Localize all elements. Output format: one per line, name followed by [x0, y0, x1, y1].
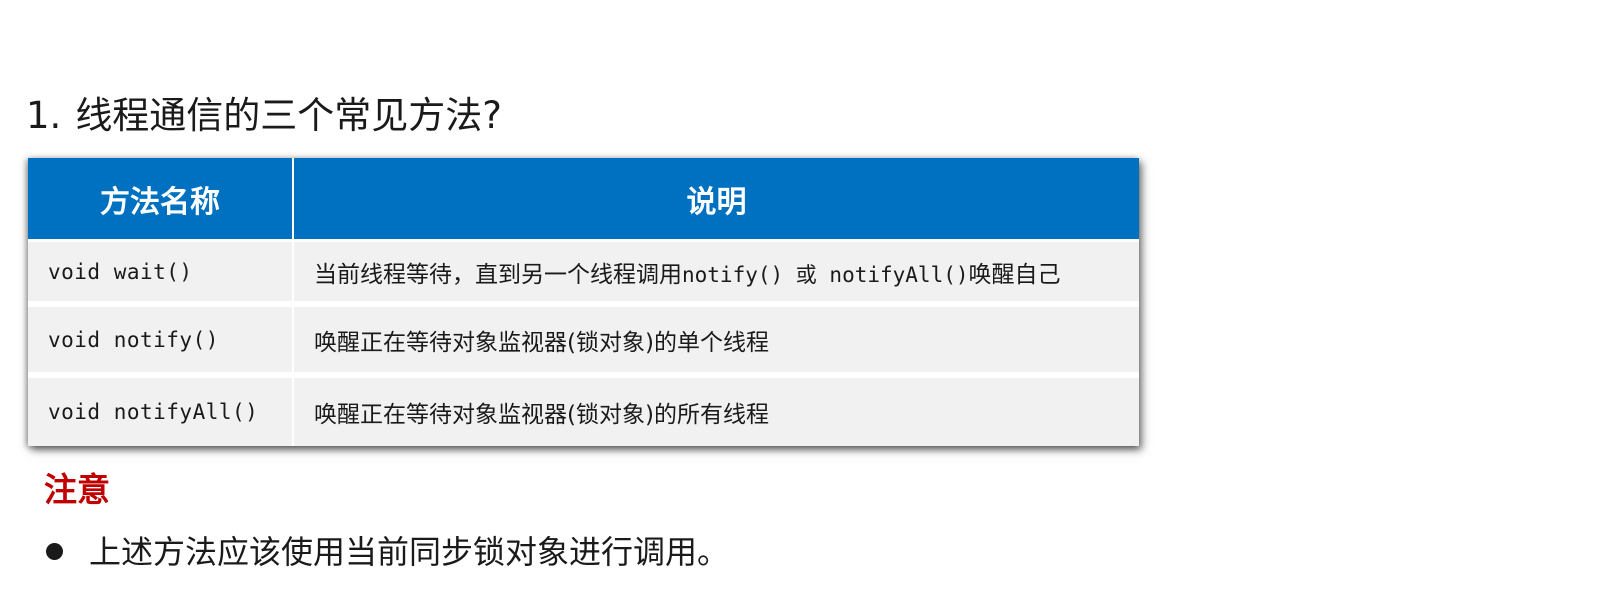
description-text: 唤醒自己	[968, 261, 1061, 288]
table-row: void wait() 当前线程等待，直到另一个线程调用notify() 或 n…	[28, 240, 1139, 308]
note-bullet-item: 上述方法应该使用当前同步锁对象进行调用。	[46, 530, 729, 574]
heading-text: 线程通信的三个常见方法?	[75, 94, 502, 137]
table-row: void notifyAll() 唤醒正在等待对象监视器(锁对象)的所有线程	[28, 375, 1139, 446]
description-code: notify() 或 notifyAll()	[682, 262, 969, 287]
bullet-dot-icon	[46, 542, 63, 560]
note-bullet-text: 上述方法应该使用当前同步锁对象进行调用。	[89, 533, 730, 571]
heading-number: 1.	[26, 94, 62, 137]
page-heading: 1. 线程通信的三个常见方法?	[26, 92, 502, 140]
method-cell: void notify()	[28, 304, 294, 379]
methods-table: 方法名称 说明 void wait() 当前线程等待，直到另一个线程调用noti…	[28, 158, 1139, 446]
description-text: 唤醒正在等待对象监视器(锁对象)的所有线程	[314, 402, 769, 429]
method-cell: void wait()	[28, 240, 294, 308]
methods-table-container: 方法名称 说明 void wait() 当前线程等待，直到另一个线程调用noti…	[28, 158, 1139, 446]
description-text: 唤醒正在等待对象监视器(锁对象)的单个线程	[314, 329, 769, 356]
note-title: 注意	[44, 470, 110, 509]
description-cell: 唤醒正在等待对象监视器(锁对象)的单个线程	[293, 304, 1139, 379]
table-row: void notify() 唤醒正在等待对象监视器(锁对象)的单个线程	[28, 304, 1139, 379]
description-cell: 当前线程等待，直到另一个线程调用notify() 或 notifyAll()唤醒…	[293, 240, 1139, 308]
method-cell: void notifyAll()	[28, 375, 294, 446]
description-cell: 唤醒正在等待对象监视器(锁对象)的所有线程	[293, 375, 1139, 446]
header-description: 说明	[293, 158, 1139, 242]
table-header-row: 方法名称 说明	[28, 158, 1139, 242]
header-method-name: 方法名称	[28, 158, 294, 242]
description-text: 当前线程等待，直到另一个线程调用	[314, 261, 682, 288]
